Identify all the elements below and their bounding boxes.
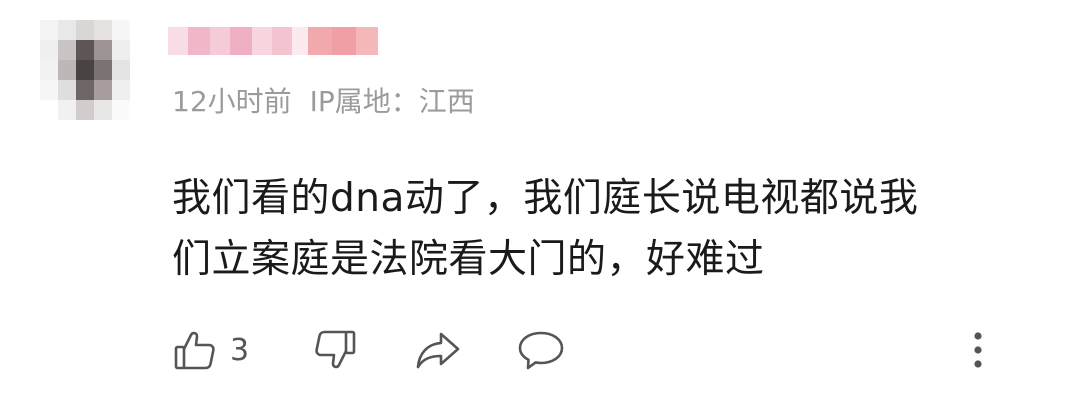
comment-text-line: 们立案庭是法院看大门的，好难过 [172,237,765,282]
like-count: 3 [230,332,250,368]
dislike-button[interactable] [312,322,358,378]
comment-text: 我们看的dna动了，我们庭长说电视都说我 们立案庭是法院看大门的，好难过 [172,168,1042,290]
thumbs-down-icon [312,327,358,373]
like-button[interactable]: 3 [172,322,249,378]
reply-button[interactable] [516,322,566,378]
more-options-button[interactable] [968,322,988,378]
more-vertical-icon [968,327,988,373]
comment-text-line: 我们看的dna动了，我们庭长说电视都说我 [172,176,919,221]
share-arrow-icon [414,327,462,373]
comment-actions: 3 [172,322,1012,378]
avatar[interactable] [40,20,130,120]
username[interactable] [168,18,378,64]
comment-time: 12小时前 [172,85,292,118]
comment-card: 12小时前 IP属地：江西 我们看的dna动了，我们庭长说电视都说我 们立案庭是… [0,0,1080,402]
ip-location: IP属地：江西 [309,85,475,118]
comment-bubble-icon [516,327,566,373]
comment-meta: 12小时前 IP属地：江西 [172,80,475,120]
share-button[interactable] [414,322,462,378]
thumbs-up-icon [172,327,218,373]
